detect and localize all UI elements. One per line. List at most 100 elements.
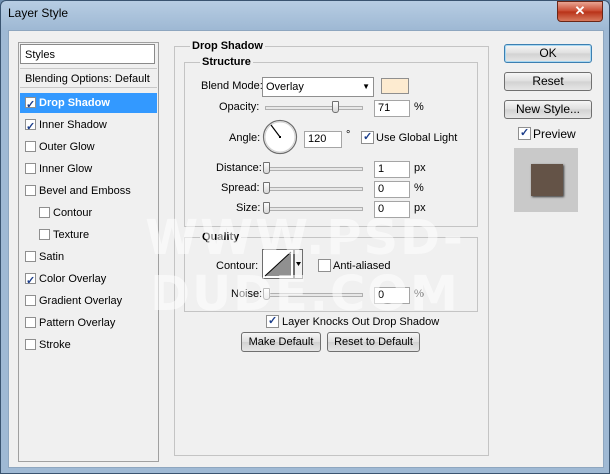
- contour-linear-icon: [262, 249, 303, 279]
- style-item-texture[interactable]: Texture: [20, 225, 157, 245]
- blending-options-item[interactable]: Blending Options: Default: [20, 68, 157, 88]
- size-label: Size:: [236, 202, 261, 214]
- use-global-light-label: Use Global Light: [376, 132, 458, 144]
- preview-swatch: [531, 164, 563, 196]
- style-item-label: Inner Shadow: [39, 119, 107, 131]
- style-item-outer-glow[interactable]: Outer Glow: [20, 137, 157, 157]
- distance-unit: px: [414, 162, 426, 174]
- styles-header[interactable]: Styles: [20, 44, 155, 64]
- contour-picker[interactable]: [262, 249, 303, 279]
- pattern-overlay-checkbox[interactable]: [25, 317, 36, 328]
- noise-input[interactable]: 0: [374, 287, 410, 304]
- bevel-emboss-checkbox[interactable]: [25, 185, 36, 196]
- use-global-light-checkbox[interactable]: [361, 130, 374, 144]
- angle-label: Angle:: [229, 132, 261, 144]
- reset-label: Reset: [532, 74, 564, 88]
- preview-label: Preview: [533, 127, 576, 141]
- distance-input[interactable]: 1: [374, 161, 410, 178]
- title-bar[interactable]: Layer Style ✕: [0, 0, 610, 28]
- reset-to-default-label: Reset to Default: [334, 336, 413, 348]
- distance-slider-track[interactable]: [265, 167, 363, 171]
- opacity-label: Opacity:: [219, 101, 260, 113]
- spread-label: Spread:: [221, 182, 260, 194]
- distance-slider-thumb[interactable]: [263, 162, 270, 174]
- blend-mode-value: Overlay: [266, 81, 304, 93]
- reset-button[interactable]: Reset: [504, 72, 592, 91]
- new-style-button[interactable]: New Style...: [504, 100, 592, 119]
- style-item-label: Satin: [39, 251, 65, 263]
- style-item-drop-shadow[interactable]: Drop Shadow: [20, 93, 157, 115]
- size-unit: px: [414, 202, 426, 214]
- style-item-label: Outer Glow: [39, 141, 95, 153]
- noise-slider-track[interactable]: [265, 293, 363, 297]
- angle-dial-icon: [262, 119, 298, 155]
- style-item-label: Drop Shadow: [39, 97, 110, 109]
- style-item-label: Stroke: [39, 339, 71, 351]
- make-default-button[interactable]: Make Default: [241, 332, 321, 352]
- quality-group: [184, 237, 478, 312]
- style-item-stroke[interactable]: Stroke: [20, 335, 157, 355]
- size-input[interactable]: 0: [374, 201, 410, 218]
- opacity-slider-thumb[interactable]: [332, 101, 339, 113]
- opacity-unit: %: [414, 101, 424, 113]
- opacity-input[interactable]: 71: [374, 100, 410, 117]
- reset-to-default-button[interactable]: Reset to Default: [327, 332, 420, 352]
- outer-glow-checkbox[interactable]: [25, 141, 36, 152]
- style-item-bevel-emboss[interactable]: Bevel and Emboss: [20, 181, 157, 201]
- make-default-label: Make Default: [248, 336, 314, 348]
- satin-checkbox[interactable]: [25, 251, 36, 262]
- close-button[interactable]: ✕: [557, 1, 603, 22]
- close-icon: ✕: [574, 3, 586, 18]
- color-overlay-checkbox[interactable]: [25, 271, 36, 291]
- contour-checkbox[interactable]: [39, 207, 50, 218]
- layer-knocks-out-checkbox[interactable]: [266, 314, 279, 328]
- preview-checkbox[interactable]: [518, 126, 531, 140]
- style-item-label: Pattern Overlay: [39, 317, 116, 329]
- blend-mode-label: Blend Mode:: [201, 80, 263, 92]
- size-slider-track[interactable]: [265, 207, 363, 211]
- angle-dial[interactable]: [262, 119, 298, 155]
- anti-aliased-label: Anti-aliased: [333, 260, 391, 272]
- style-item-satin[interactable]: Satin: [20, 247, 157, 267]
- styles-list: Styles Blending Options: Default Drop Sh…: [18, 42, 159, 462]
- opacity-slider-track[interactable]: [265, 106, 363, 110]
- angle-input[interactable]: 120: [304, 131, 342, 148]
- style-item-pattern-overlay[interactable]: Pattern Overlay: [20, 313, 157, 333]
- style-item-inner-glow[interactable]: Inner Glow: [20, 159, 157, 179]
- style-item-inner-shadow[interactable]: Inner Shadow: [20, 115, 157, 137]
- angle-unit: °: [346, 129, 351, 141]
- shadow-color-swatch[interactable]: [381, 78, 409, 94]
- inner-shadow-checkbox[interactable]: [25, 117, 36, 137]
- style-item-label: Color Overlay: [39, 273, 107, 285]
- gradient-overlay-checkbox[interactable]: [25, 295, 36, 306]
- size-slider-thumb[interactable]: [263, 202, 270, 214]
- new-style-label: New Style...: [515, 102, 581, 116]
- style-item-gradient-overlay[interactable]: Gradient Overlay: [20, 291, 157, 311]
- stroke-checkbox[interactable]: [25, 339, 36, 350]
- noise-label: Noise:: [231, 288, 263, 300]
- anti-aliased-checkbox[interactable]: [318, 259, 331, 272]
- texture-checkbox[interactable]: [39, 229, 50, 240]
- chevron-down-icon: ▼: [362, 82, 370, 91]
- distance-label: Distance:: [216, 162, 262, 174]
- inner-glow-checkbox[interactable]: [25, 163, 36, 174]
- contour-label: Contour:: [216, 260, 259, 272]
- spread-unit: %: [414, 182, 424, 194]
- spread-slider-thumb[interactable]: [263, 182, 270, 194]
- style-item-label: Bevel and Emboss: [39, 185, 131, 197]
- style-item-color-overlay[interactable]: Color Overlay: [20, 269, 157, 291]
- ok-button[interactable]: OK: [504, 44, 592, 63]
- noise-unit: %: [414, 288, 424, 300]
- style-item-label: Contour: [53, 207, 93, 219]
- style-item-label: Texture: [53, 229, 90, 241]
- style-item-contour[interactable]: Contour: [20, 203, 157, 223]
- ok-label: OK: [539, 46, 557, 60]
- spread-input[interactable]: 0: [374, 181, 410, 198]
- spread-slider-track[interactable]: [265, 187, 363, 191]
- style-item-label: Inner Glow: [39, 163, 93, 175]
- blend-mode-select[interactable]: Overlay ▼: [262, 77, 374, 97]
- layer-knocks-out-label: Layer Knocks Out Drop Shadow: [282, 316, 440, 328]
- noise-slider-thumb[interactable]: [263, 288, 270, 300]
- window-title: Layer Style: [8, 6, 69, 20]
- drop-shadow-checkbox[interactable]: [25, 95, 36, 115]
